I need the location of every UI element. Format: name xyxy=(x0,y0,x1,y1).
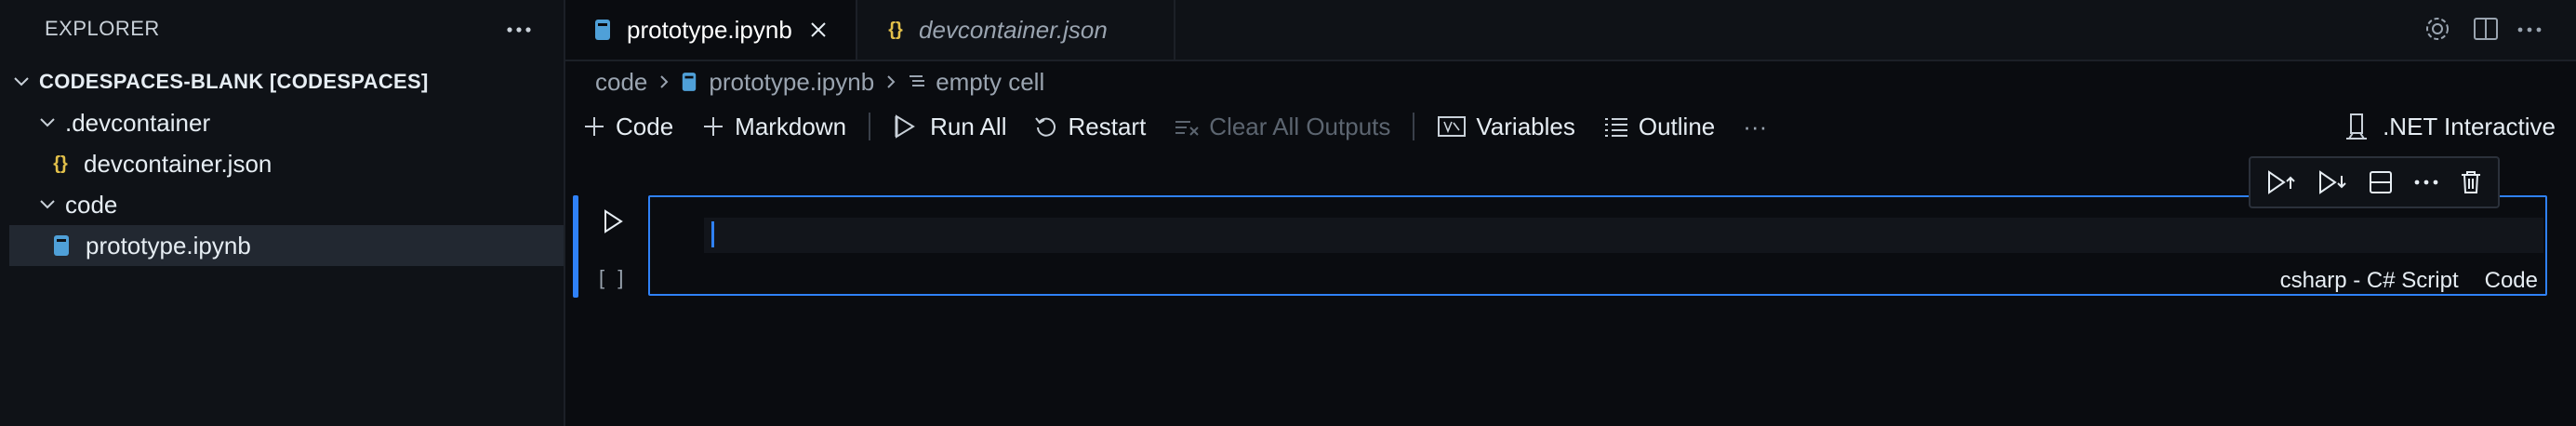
add-markdown-cell-button[interactable]: Markdown xyxy=(701,113,846,141)
json-file-icon: {} xyxy=(53,153,68,174)
notebook-icon xyxy=(54,235,69,256)
execute-above-button[interactable] xyxy=(2265,168,2297,196)
variables-icon xyxy=(1438,116,1467,137)
more-actions-icon[interactable] xyxy=(2516,26,2543,33)
tree-item-devcontainer-json[interactable]: {} devcontainer.json xyxy=(9,143,564,184)
tab-label: devcontainer.json xyxy=(919,15,1108,44)
plus-icon xyxy=(585,117,604,136)
code-cell[interactable]: csharp - C# Script Code xyxy=(648,195,2547,296)
restart-icon xyxy=(1035,117,1056,137)
more-actions-button[interactable]: ··· xyxy=(1743,113,1767,141)
cell-focus-indicator xyxy=(573,195,578,298)
outline-icon xyxy=(1604,118,1627,137)
tree-item-label: .devcontainer xyxy=(65,108,211,137)
button-label: Run All xyxy=(930,112,1007,140)
split-editor-icon[interactable] xyxy=(2472,15,2500,43)
notebook-icon xyxy=(683,73,697,91)
tab-prototype-ipynb[interactable]: prototype.ipynb xyxy=(565,0,857,60)
split-cell-icon xyxy=(2369,171,2392,193)
explorer-title: EXPLORER xyxy=(45,17,160,40)
close-icon[interactable] xyxy=(809,20,828,39)
chevron-down-icon xyxy=(14,77,29,87)
breadcrumb-item[interactable]: empty cell xyxy=(936,68,1044,97)
button-label: Variables xyxy=(1476,112,1575,140)
toolbar-divider xyxy=(1413,113,1415,140)
tree-item-prototype-ipynb[interactable]: prototype.ipynb xyxy=(9,225,564,266)
editor-tab-bar: prototype.ipynb {} devcontainer.json xyxy=(565,0,2576,61)
variables-button[interactable]: Variables xyxy=(1437,112,1575,141)
cell-status-bar: csharp - C# Script Code xyxy=(2254,268,2538,294)
list-icon xyxy=(910,75,925,87)
workspace-root-label: CODESPACES-BLANK [CODESPACES] xyxy=(39,70,429,93)
kernel-picker[interactable]: .NET Interactive xyxy=(2344,106,2556,147)
server-icon xyxy=(2346,113,2368,140)
cell-editor[interactable] xyxy=(704,218,2543,253)
execute-cell-button[interactable] xyxy=(601,208,625,234)
execute-above-icon xyxy=(2268,170,2296,194)
play-icon xyxy=(604,209,623,233)
add-code-cell-button[interactable]: Code xyxy=(582,113,673,141)
chevron-down-icon xyxy=(40,200,55,209)
gear-icon[interactable] xyxy=(2423,15,2451,43)
cell-language[interactable]: csharp - C# Script xyxy=(2280,268,2459,294)
notebook-icon xyxy=(595,20,610,40)
trash-icon xyxy=(2461,171,2480,193)
notebook-toolbar: Code Markdown Run All Restart Clear All … xyxy=(582,106,1795,147)
run-all-icon xyxy=(895,114,916,139)
cell-type[interactable]: Code xyxy=(2485,268,2538,294)
outline-button[interactable]: Outline xyxy=(1603,113,1715,141)
execute-below-icon xyxy=(2319,170,2346,194)
clear-all-icon xyxy=(1175,121,1200,136)
toolbar-divider xyxy=(869,113,871,140)
more-icon: ··· xyxy=(1743,112,1768,140)
tree-item-label: devcontainer.json xyxy=(84,149,272,178)
delete-cell-button[interactable] xyxy=(2459,169,2483,195)
chevron-down-icon xyxy=(40,118,55,127)
button-label: Code xyxy=(616,112,674,140)
breadcrumb: code prototype.ipynb empty cell xyxy=(595,65,1044,99)
breadcrumb-item[interactable]: prototype.ipynb xyxy=(709,68,874,97)
tree-item-devcontainer-folder[interactable]: .devcontainer xyxy=(9,102,564,143)
more-icon xyxy=(2414,180,2438,185)
button-label: Markdown xyxy=(735,112,847,140)
button-label: Clear All Outputs xyxy=(1209,112,1391,140)
button-label: Restart xyxy=(1068,112,1147,140)
execute-below-button[interactable] xyxy=(2317,168,2348,196)
tree-item-label: code xyxy=(65,190,118,219)
clear-all-outputs-button[interactable]: Clear All Outputs xyxy=(1174,113,1390,141)
restart-button[interactable]: Restart xyxy=(1034,113,1146,141)
button-label: Outline xyxy=(1638,112,1716,140)
execution-count: [ ] xyxy=(599,266,628,289)
tree-item-code-folder[interactable]: code xyxy=(9,184,564,225)
chevron-right-icon xyxy=(887,75,896,88)
cell-toolbar xyxy=(2249,156,2500,208)
workspace-root[interactable]: CODESPACES-BLANK [CODESPACES] xyxy=(9,61,564,102)
chevron-right-icon xyxy=(660,75,669,88)
more-cell-actions-button[interactable] xyxy=(2413,179,2439,186)
breadcrumb-item[interactable]: code xyxy=(595,68,647,97)
more-actions-icon[interactable] xyxy=(506,26,532,33)
json-file-icon: {} xyxy=(888,19,903,40)
tree-item-label: prototype.ipynb xyxy=(86,231,251,260)
explorer-sidebar: EXPLORER CODESPACES-BLANK [CODESPACES] .… xyxy=(0,0,565,426)
tab-label: prototype.ipynb xyxy=(627,15,792,44)
run-all-button[interactable]: Run All xyxy=(893,113,1006,141)
kernel-label: .NET Interactive xyxy=(2383,112,2556,140)
text-cursor xyxy=(711,221,714,247)
tab-devcontainer-json[interactable]: {} devcontainer.json xyxy=(857,0,1175,60)
split-cell-button[interactable] xyxy=(2368,169,2394,195)
plus-icon xyxy=(704,117,724,136)
